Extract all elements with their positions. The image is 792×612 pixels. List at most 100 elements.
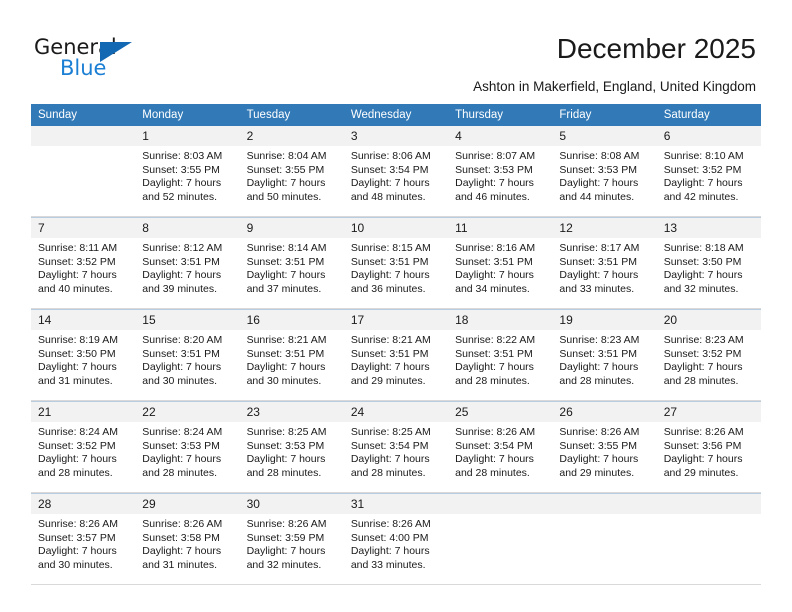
daylight-text-cont: and 31 minutes.	[38, 374, 113, 387]
day-number[interactable]: 30	[239, 493, 344, 514]
sunrise-text: Sunrise: 8:26 AM	[142, 518, 223, 530]
sunset-text: Sunset: 3:55 PM	[142, 163, 220, 176]
daylight-text-cont: and 28 minutes.	[350, 466, 426, 479]
day-number[interactable]: 14	[31, 309, 136, 330]
sunrise-text: Sunrise: 8:26 AM	[246, 518, 327, 530]
day-details: Sunrise: 8:15 AM Sunset: 3:51 PM Daylight:…	[343, 238, 449, 308]
daylight-text-cont: and 32 minutes.	[663, 282, 739, 295]
daylight-text-cont: and 29 minutes.	[350, 374, 426, 387]
day-number[interactable]: 5	[552, 126, 657, 146]
sunrise-text: Sunrise: 8:25 AM	[350, 426, 431, 438]
day-number[interactable]: 6	[656, 126, 761, 146]
sunset-text: Sunset: 3:56 PM	[663, 439, 742, 452]
day-number[interactable]: 16	[239, 309, 344, 330]
day-number[interactable]: 15	[135, 309, 240, 330]
daylight-text-cont: and 44 minutes.	[559, 190, 635, 203]
day-number[interactable]: 23	[239, 401, 344, 422]
weekday-header-thursday: Thursday	[448, 104, 553, 126]
week-number-row: 28 29 30 31	[31, 493, 761, 514]
day-details: Sunrise: 8:25 AM Sunset: 3:53 PM Daylight:…	[239, 422, 344, 492]
sunset-text: Sunset: 3:53 PM	[142, 439, 220, 452]
sunrise-text: Sunrise: 8:23 AM	[663, 334, 744, 346]
sunset-text: Sunset: 3:52 PM	[38, 255, 116, 268]
weekday-header-saturday: Saturday	[656, 104, 761, 126]
day-number[interactable]: 12	[552, 217, 657, 238]
sunrise-text: Sunrise: 8:23 AM	[559, 334, 640, 346]
daylight-text: Daylight: 7 hours	[38, 269, 117, 282]
day-details: Sunrise: 8:23 AM Sunset: 3:51 PM Daylight:…	[552, 330, 657, 400]
day-number[interactable]: 4	[448, 126, 553, 146]
sunrise-text: Sunrise: 8:26 AM	[559, 426, 640, 438]
day-details: Sunrise: 8:19 AM Sunset: 3:50 PM Daylight:…	[31, 330, 136, 400]
weekday-header-tuesday: Tuesday	[239, 104, 344, 126]
daylight-text-cont: and 46 minutes.	[455, 190, 530, 203]
day-number[interactable]: 1	[135, 126, 240, 146]
sunrise-text: Sunrise: 8:19 AM	[38, 334, 118, 346]
week-number-row: 14 15 16 17 18 19 20	[31, 309, 761, 330]
sunset-text: Sunset: 3:51 PM	[246, 347, 325, 360]
weekday-header-friday: Friday	[552, 104, 657, 126]
day-number[interactable]: 29	[135, 493, 240, 514]
sunset-text: Sunset: 3:51 PM	[559, 347, 638, 360]
calendar-table: Sunday Monday Tuesday Wednesday Thursday Frid…	[31, 104, 761, 585]
general-blue-logo[interactable]: General Blue	[34, 36, 154, 82]
day-number[interactable]: 25	[448, 401, 553, 422]
sunrise-text: Sunrise: 8:03 AM	[142, 150, 223, 162]
day-number[interactable]: 3	[343, 126, 449, 146]
sunset-text: Sunset: 3:52 PM	[663, 163, 742, 176]
day-details-empty	[552, 514, 657, 584]
daylight-text-cont: and 33 minutes.	[559, 282, 635, 295]
day-details: Sunrise: 8:21 AM Sunset: 3:51 PM Daylight:…	[343, 330, 449, 400]
day-number[interactable]: 31	[343, 493, 449, 514]
day-number[interactable]: 19	[552, 309, 657, 330]
day-details: Sunrise: 8:22 AM Sunset: 3:51 PM Daylight:…	[448, 330, 553, 400]
sunrise-text: Sunrise: 8:17 AM	[559, 242, 640, 254]
day-number[interactable]: 8	[135, 217, 240, 238]
calendar-page: General Blue December 2025 Ashton in Mak…	[0, 0, 792, 612]
sunset-text: Sunset: 3:53 PM	[246, 439, 325, 452]
day-number[interactable]: 20	[656, 309, 761, 330]
day-details: Sunrise: 8:25 AM Sunset: 3:54 PM Daylight:…	[343, 422, 449, 492]
sunset-text: Sunset: 3:51 PM	[142, 347, 220, 360]
day-details: Sunrise: 8:11 AM Sunset: 3:52 PM Daylight:…	[31, 238, 136, 308]
day-number[interactable]: 22	[135, 401, 240, 422]
day-number[interactable]: 9	[239, 217, 344, 238]
day-number[interactable]: 2	[239, 126, 344, 146]
daylight-text-cont: and 28 minutes.	[142, 466, 217, 479]
sunset-text: Sunset: 3:51 PM	[455, 255, 533, 268]
day-number[interactable]: 13	[656, 217, 761, 238]
daylight-text: Daylight: 7 hours	[142, 453, 222, 466]
day-number[interactable]: 7	[31, 217, 136, 238]
daylight-text: Daylight: 7 hours	[246, 361, 326, 374]
week-info-row: Sunrise: 8:03 AM Sunset: 3:55 PM Daylight:…	[31, 146, 761, 216]
daylight-text-cont: and 28 minutes.	[455, 466, 530, 479]
sunset-text: Sunset: 3:50 PM	[663, 255, 742, 268]
day-number[interactable]: 27	[656, 401, 761, 422]
day-number[interactable]: 17	[343, 309, 449, 330]
day-number-empty	[31, 126, 136, 146]
daylight-text-cont: and 32 minutes.	[246, 558, 322, 571]
day-number[interactable]: 24	[343, 401, 449, 422]
sunset-text: Sunset: 3:58 PM	[142, 531, 220, 544]
day-number[interactable]: 28	[31, 493, 136, 514]
day-number[interactable]: 11	[448, 217, 553, 238]
daylight-text-cont: and 28 minutes.	[559, 374, 635, 387]
day-number[interactable]: 21	[31, 401, 136, 422]
sunrise-text: Sunrise: 8:24 AM	[142, 426, 223, 438]
page-title: December 2025	[556, 33, 756, 64]
day-number[interactable]: 10	[343, 217, 449, 238]
sunset-text: Sunset: 3:51 PM	[246, 255, 325, 268]
day-details-empty	[31, 146, 136, 216]
sunset-text: Sunset: 4:00 PM	[350, 531, 429, 544]
day-details: Sunrise: 8:04 AM Sunset: 3:55 PM Daylight:…	[239, 146, 344, 216]
sunset-text: Sunset: 3:57 PM	[38, 531, 116, 544]
day-details-empty	[656, 514, 761, 584]
day-number[interactable]: 26	[552, 401, 657, 422]
daylight-text-cont: and 48 minutes.	[350, 190, 426, 203]
sunrise-text: Sunrise: 8:15 AM	[350, 242, 431, 254]
calendar-body: 1 2 3 4 5 6 Sunrise: 8:03 AM Sunset: 3:55 PM Day…	[31, 126, 761, 585]
sunrise-text: Sunrise: 8:10 AM	[663, 150, 744, 162]
day-number[interactable]: 18	[448, 309, 553, 330]
daylight-text: Daylight: 7 hours	[663, 361, 743, 374]
daylight-text: Daylight: 7 hours	[350, 453, 430, 466]
